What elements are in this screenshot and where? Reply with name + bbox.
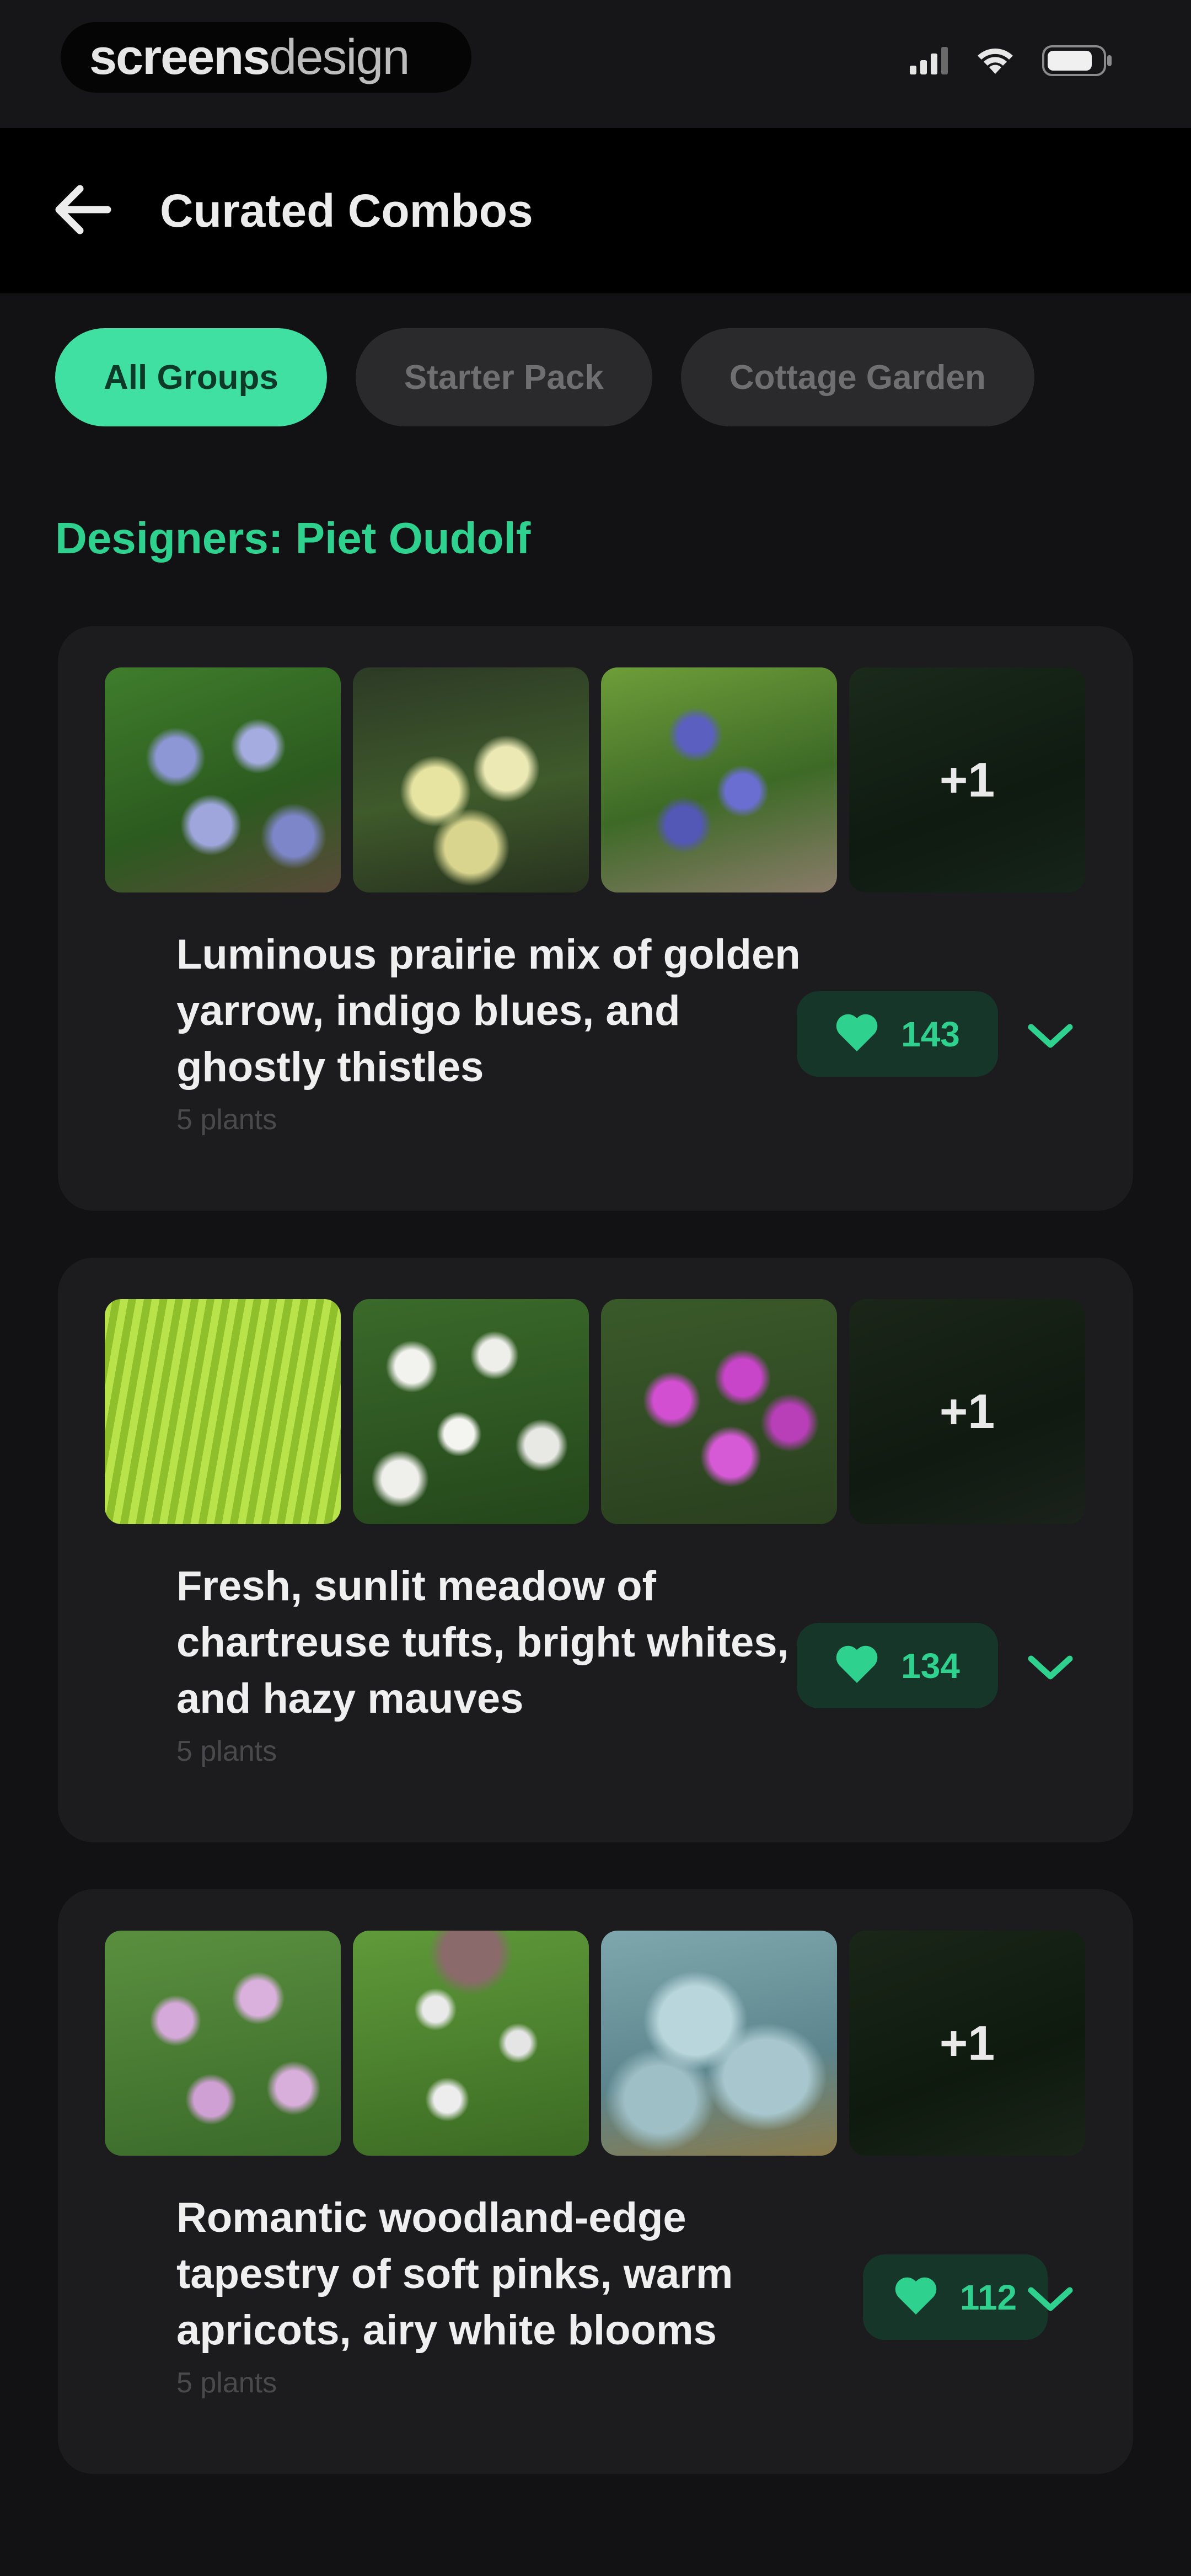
like-button[interactable]: 134 [797, 1623, 998, 1708]
more-plants-thumbnail[interactable]: +1 [849, 1931, 1085, 2156]
brand-logo-light: design [269, 29, 410, 85]
chevron-down-icon [1026, 1019, 1075, 1055]
more-plants-thumbnail[interactable]: +1 [849, 667, 1085, 892]
plant-thumbnail[interactable] [353, 1299, 589, 1524]
combo-title: Fresh, sunlit meadow of chartreuse tufts… [176, 1563, 789, 1722]
plant-thumbnail[interactable] [105, 667, 341, 892]
expand-button[interactable] [1020, 2270, 1081, 2331]
combo-plant-count: 5 plants [176, 2367, 277, 2399]
brand-logo-bold: screens [89, 29, 270, 85]
more-plants-thumbnail[interactable]: +1 [849, 1299, 1085, 1524]
combo-title: Romantic woodland-edge tapestry of soft … [176, 2194, 733, 2354]
chip-cottage-garden[interactable]: Cottage Garden [680, 328, 1034, 426]
combo-title: Luminous prairie mix of golden yarrow, i… [176, 931, 801, 1091]
combo-plant-count: 5 plants [176, 1104, 277, 1136]
plant-thumbnail[interactable] [353, 667, 589, 892]
like-count: 134 [901, 1645, 960, 1686]
status-bar: screens design [0, 0, 1191, 128]
back-button[interactable] [39, 167, 127, 255]
heart-icon [835, 1644, 879, 1687]
brand-logo: screens design [61, 22, 471, 93]
more-count: +1 [939, 1384, 995, 1439]
expand-button[interactable] [1020, 1638, 1081, 1699]
chevron-down-icon [1026, 1651, 1075, 1687]
plant-thumbnail[interactable] [601, 1299, 837, 1524]
like-count: 143 [901, 1014, 960, 1054]
plant-thumbnail[interactable] [105, 1299, 341, 1524]
status-icons [910, 44, 1114, 80]
plant-thumbnail[interactable] [353, 1931, 589, 2156]
page-title: Curated Combos [160, 185, 533, 237]
plant-thumbnail[interactable] [601, 667, 837, 892]
like-count: 112 [959, 2277, 1017, 2317]
chip-all-groups[interactable]: All Groups [55, 328, 327, 426]
more-count: +1 [939, 752, 995, 807]
filter-chips: All Groups Starter Pack Cottage Garden [55, 328, 1034, 426]
combo-card[interactable]: +1 Luminous prairie mix of golden yarrow… [58, 626, 1133, 1211]
app-bar: Curated Combos [0, 128, 1191, 293]
like-button[interactable]: 143 [797, 991, 998, 1077]
combo-plant-count: 5 plants [176, 1735, 277, 1767]
plant-thumbnail[interactable] [105, 1931, 341, 2156]
chip-starter-pack[interactable]: Starter Pack [355, 328, 652, 426]
expand-button[interactable] [1020, 1007, 1081, 1067]
heart-icon [894, 2276, 938, 2318]
battery-icon [1042, 44, 1114, 80]
arrow-left-icon [52, 182, 113, 240]
plant-thumbnails: +1 [105, 1931, 1085, 2156]
wifi-icon [976, 46, 1015, 78]
combo-card[interactable]: +1 Fresh, sunlit meadow of chartreuse tu… [58, 1258, 1133, 1842]
chevron-down-icon [1026, 2283, 1075, 2318]
more-count: +1 [939, 2016, 995, 2070]
signal-icon [910, 47, 948, 77]
section-title: Designers: Piet Oudolf [55, 514, 531, 563]
combo-card[interactable]: +1 Romantic woodland-edge tapestry of so… [58, 1889, 1133, 2474]
plant-thumbnails: +1 [105, 1299, 1085, 1524]
heart-icon [835, 1013, 879, 1055]
plant-thumbnail[interactable] [601, 1931, 837, 2156]
plant-thumbnails: +1 [105, 667, 1085, 892]
